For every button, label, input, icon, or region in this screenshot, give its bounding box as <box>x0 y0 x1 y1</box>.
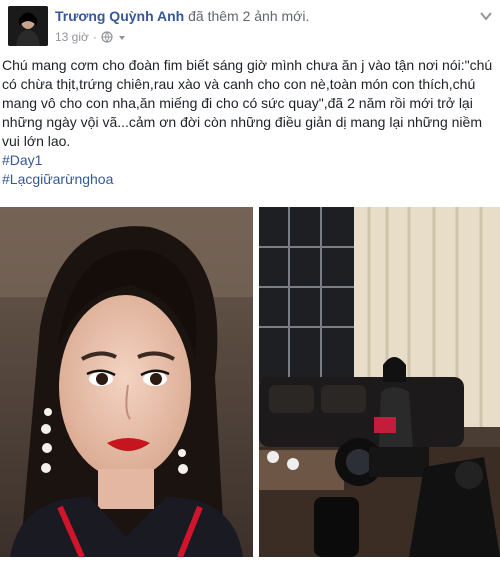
meta-separator: · <box>92 30 97 44</box>
author-name[interactable]: Trương Quỳnh Anh <box>55 8 184 24</box>
post-body: Chú mang cơm cho đoàn fim biết sáng giờ … <box>2 56 496 189</box>
globe-icon[interactable] <box>101 31 113 43</box>
post-timestamp[interactable]: 13 giờ <box>55 30 89 44</box>
hashtag-day1[interactable]: #Day1 <box>2 151 496 170</box>
photo-selfie[interactable] <box>0 207 253 557</box>
post-message: Chú mang cơm cho đoàn fim biết sáng giờ … <box>2 57 493 149</box>
chevron-down-icon[interactable] <box>478 8 494 24</box>
hashtag-lacgiuarunghoa[interactable]: #Lạcgiữarừnghoa <box>2 170 496 189</box>
facebook-post: Trương Quỳnh Anh đã thêm 2 ảnh mới. 13 g… <box>0 0 500 562</box>
photo-behind-the-scenes[interactable] <box>259 207 500 557</box>
author-avatar[interactable] <box>8 6 48 46</box>
post-action-text: đã thêm 2 ảnh mới. <box>184 8 310 24</box>
audience-caret-icon[interactable] <box>117 32 127 42</box>
post-meta: 13 giờ · <box>55 30 127 44</box>
post-header: Trương Quỳnh Anh đã thêm 2 ảnh mới. <box>55 8 309 24</box>
